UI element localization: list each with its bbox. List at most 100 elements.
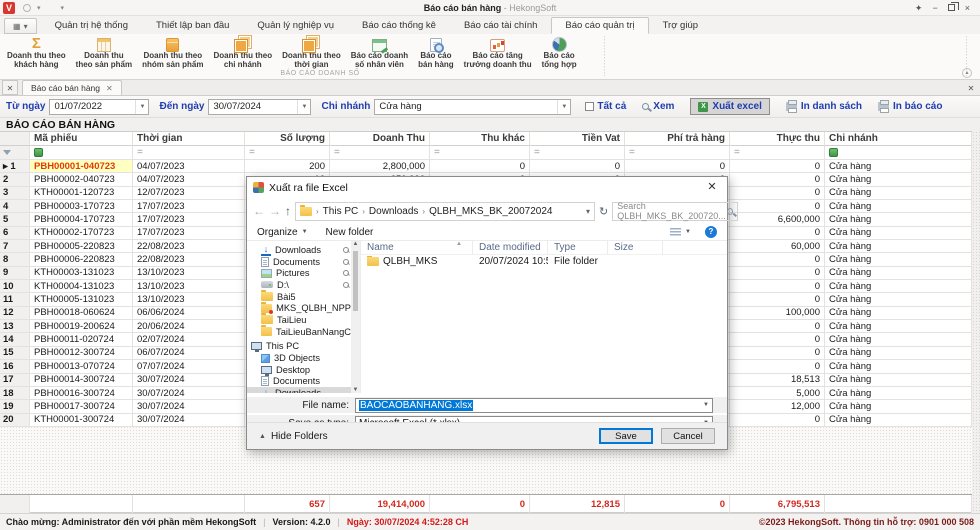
scrollbar-thumb[interactable] [353,251,358,311]
refresh-icon[interactable]: ↻ [599,205,608,218]
sidebar-item-4[interactable]: Bài5 [247,291,351,303]
restore-button[interactable] [948,4,955,11]
scroll-down-icon[interactable]: ▼ [351,387,360,393]
ribbon-button-3[interactable]: Doanh thu theochi nhánh [208,35,277,71]
sidebar-item-2[interactable]: Pictures [247,267,351,279]
filter-cell-chi_nhanh[interactable] [825,146,972,160]
collapse-ribbon-icon[interactable]: ▴ [962,68,972,78]
column-header-stt[interactable] [0,132,30,146]
print-report-button[interactable]: In báo cáo [878,101,942,112]
app-menu-button[interactable]: ▦▾ [4,18,37,34]
filter-cell-thoi_gian[interactable]: = [133,146,245,160]
view-button[interactable]: Xem [642,101,674,112]
column-header-phi_tra_hang[interactable]: Phí trả hàng [625,132,730,146]
sidebar-item-0[interactable]: ↓Downloads [247,244,351,256]
search-input[interactable]: Search QLBH_MKS_BK_200720... [612,202,738,221]
ribbon-tab-0[interactable]: Quản trị hệ thống [41,17,142,34]
column-header-ma_phieu[interactable]: Mã phiếu [30,132,133,146]
save-button[interactable]: Save [599,428,653,444]
export-excel-button[interactable]: XXuất excel [690,98,769,115]
new-folder-button[interactable]: New folder [326,227,374,238]
address-bar[interactable]: › This PC › Downloads › QLBH_MKS_BK_2007… [295,202,595,221]
sidebar-item-1[interactable]: Documents [247,256,351,268]
hide-folders-button[interactable]: ▲Hide Folders [259,431,328,442]
table-row[interactable]: ▸ 1PBH00001-04072304/07/20232002,800,000… [0,160,972,173]
chevron-down-icon[interactable]: ▼ [297,100,310,114]
filter-cell-so_luong[interactable]: = [245,146,330,160]
column-header-doanh_thu[interactable]: Doanh Thu [330,132,430,146]
breadcrumb-downloads[interactable]: Downloads [369,206,418,217]
filter-cell-thuc_thu[interactable]: = [730,146,825,160]
select-all-checkbox[interactable] [585,102,594,111]
dialog-close-button[interactable]: ✕ [697,177,727,198]
filter-cell-doanh_thu[interactable]: = [330,146,430,160]
quick-access-toolbar[interactable]: ▾▾ [23,4,64,12]
branch-select[interactable]: Cửa hàng▼ [374,99,571,115]
sidebar-item-7[interactable]: TaiLieuBanNangC [247,326,351,338]
column-header-tien_vat[interactable]: Tiền Vat [530,132,625,146]
ribbon-tab-1[interactable]: Thiết lập ban đầu [142,17,243,34]
filter-cell-thu_khac[interactable]: = [430,146,530,160]
breadcrumb-folder[interactable]: QLBH_MKS_BK_20072024 [429,206,552,217]
print-list-button[interactable]: In danh sách [786,101,862,112]
chevron-down-icon[interactable]: ▼ [557,100,570,114]
sidebar-item-3[interactable]: D:\ [247,279,351,291]
close-document-button[interactable]: ✕ [964,82,978,95]
filter-cell-stt[interactable] [0,146,30,160]
chevron-down-icon[interactable]: ▼ [135,100,148,114]
ribbon-button-0[interactable]: ΣDoanh thu theokhách hàng [2,35,71,71]
tab-bao-cao-ban-hang[interactable]: Báo cáo bán hàng ✕ [22,80,122,95]
qat-customize-icon[interactable]: ▾ [61,4,65,12]
list-column-2[interactable]: Type [548,241,608,254]
from-date-input[interactable]: 01/07/2022▼ [49,99,149,115]
ribbon-tab-2[interactable]: Quản lý nghiệp vụ [243,17,348,34]
qat-dropdown-icon[interactable]: ▾ [37,4,41,12]
help-icon[interactable]: ? [705,226,717,238]
list-column-1[interactable]: Date modified [473,241,548,254]
organize-button[interactable]: Organize▼ [257,227,308,238]
file-row[interactable]: QLBH_MKS20/07/2024 10:51File folder [361,255,727,268]
ribbon-button-2[interactable]: Doanh thu theonhóm sản phẩm [137,35,208,71]
window-style-icon[interactable]: ✦ [915,3,923,13]
ribbon-tab-5[interactable]: Báo cáo quản trị [551,17,648,34]
column-header-so_luong[interactable]: Số lượng [245,132,330,146]
sidebar-item-6[interactable]: TaiLieu [247,314,351,326]
to-date-input[interactable]: 30/07/2024▼ [208,99,311,115]
column-header-thoi_gian[interactable]: Thời gian [133,132,245,146]
column-header-thu_khac[interactable]: Thu khác [430,132,530,146]
close-tab-icon[interactable]: ✕ [106,84,113,93]
forward-icon[interactable]: → [269,204,281,218]
sidebar-item-8[interactable]: This PC [247,341,351,353]
ribbon-button-1[interactable]: Doanh thutheo sản phẩm [71,35,137,71]
back-icon[interactable]: ← [253,204,265,218]
list-column-3[interactable]: Size [608,241,663,254]
filter-cell-tien_vat[interactable]: = [530,146,625,160]
ribbon-button-5[interactable]: Báo cáo doanhsố nhân viên [346,35,413,71]
ribbon-button-6[interactable]: Báo cáobán hàng [413,35,459,71]
column-header-chi_nhanh[interactable]: Chi nhánh [825,132,972,146]
up-icon[interactable]: ↑ [285,204,291,218]
ribbon-tab-6[interactable]: Trợ giúp [649,17,712,34]
ribbon-button-4[interactable]: Doanh thu theothời gian [277,35,346,71]
file-name-input[interactable]: BAOCAOBANHANG.xlsx ▼ [355,398,713,413]
minimize-button[interactable]: − [932,3,937,13]
sidebar-item-11[interactable]: Documents [247,376,351,388]
close-button[interactable]: × [965,3,970,13]
column-header-thuc_thu[interactable]: Thực thu [730,132,825,146]
address-dropdown-icon[interactable]: ▾ [586,207,590,216]
close-all-tabs-button[interactable]: ✕ [2,80,18,95]
view-mode-button[interactable]: ▼ [670,228,691,237]
cancel-button[interactable]: Cancel [661,428,715,444]
filter-cell-phi_tra_hang[interactable]: = [625,146,730,160]
sidebar-scrollbar[interactable]: ▲ ▼ [351,241,360,393]
ribbon-tab-4[interactable]: Báo cáo tài chính [450,17,551,34]
breadcrumb-this-pc[interactable]: This PC [323,206,359,217]
chevron-down-icon[interactable]: ▼ [703,402,709,408]
filter-cell-ma_phieu[interactable] [30,146,133,160]
theme-circle-icon[interactable] [23,4,31,12]
sidebar-item-5[interactable]: MKS_QLBH_NPP [247,302,351,314]
ribbon-button-7[interactable]: Báo cáo tăngtrưởng doanh thu [459,35,537,71]
sidebar-item-12[interactable]: ↓Downloads [247,387,351,393]
sidebar-item-10[interactable]: Desktop [247,364,351,376]
ribbon-button-8[interactable]: Báo cáotổng hợp [537,35,582,71]
